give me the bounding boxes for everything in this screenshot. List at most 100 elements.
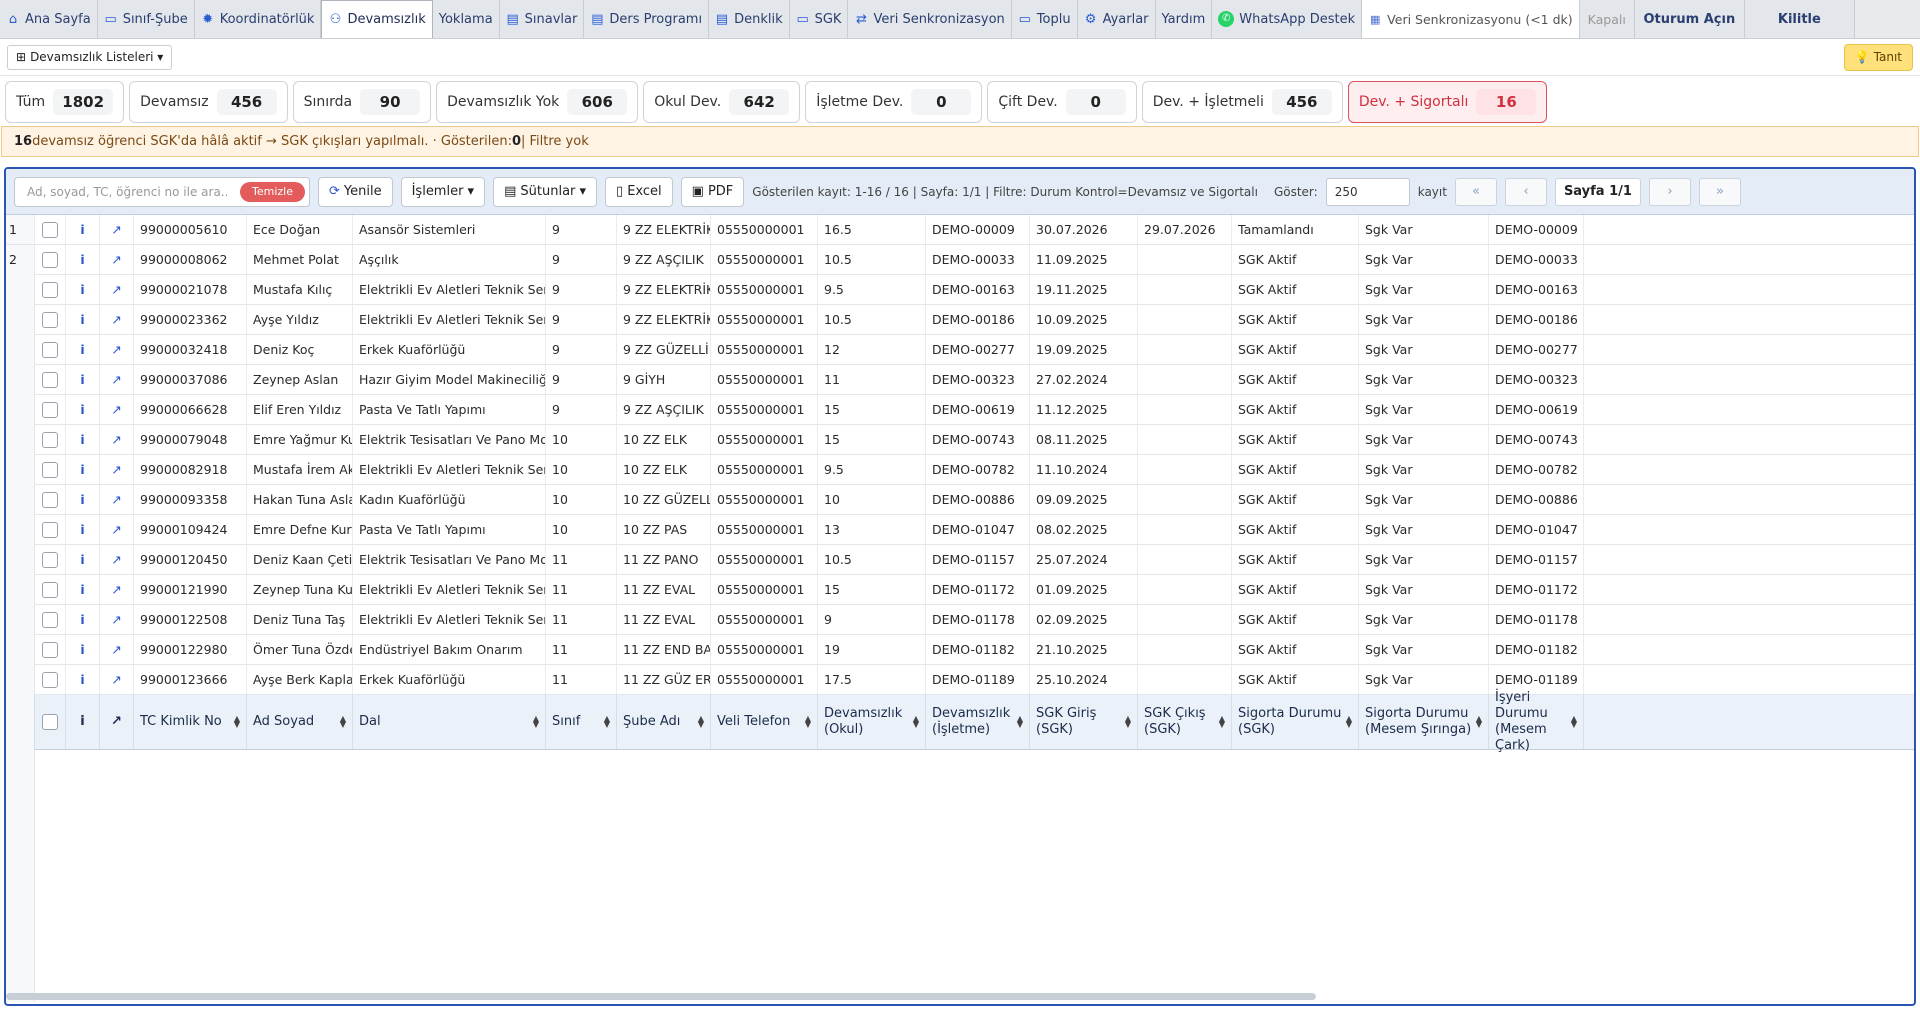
info-icon[interactable]: i	[66, 515, 100, 544]
table-row[interactable]: 13i↗99000121990Zeynep Tuna KurtElektrikl…	[6, 575, 1914, 605]
row-select[interactable]	[35, 275, 66, 304]
info-icon[interactable]: i	[66, 635, 100, 664]
sort-icon[interactable]: ▲ ▼	[340, 715, 346, 729]
tab-yardım[interactable]: Yardım	[1155, 0, 1213, 38]
row-select[interactable]	[35, 335, 66, 364]
refresh-button[interactable]: ⟳ Yenile	[318, 176, 393, 207]
stat-filter[interactable]: Çift Dev. 0	[987, 81, 1137, 123]
table-row[interactable]: 12i↗99000120450Deniz Kaan ÇetinElektrik …	[6, 545, 1914, 575]
open-link-icon[interactable]: ↗	[100, 395, 134, 424]
open-link-icon[interactable]: ↗	[100, 365, 134, 394]
row-checkbox[interactable]	[42, 341, 58, 358]
info-icon[interactable]: i	[66, 455, 100, 484]
info-icon[interactable]: i	[66, 245, 100, 274]
open-link-icon[interactable]: ↗	[100, 275, 134, 304]
row-checkbox[interactable]	[42, 311, 58, 328]
sort-icon[interactable]: ▲ ▼	[1219, 715, 1225, 729]
tab-whatsapp-destek[interactable]: ✆ WhatsApp Destek	[1212, 0, 1363, 38]
info-icon[interactable]: i	[66, 275, 100, 304]
sort-icon[interactable]: ▲ ▼	[1125, 715, 1131, 729]
pdf-button[interactable]: ▣ PDF	[680, 176, 745, 207]
row-checkbox[interactable]	[42, 371, 58, 388]
info-icon[interactable]: i	[66, 485, 100, 514]
tab-sınavlar[interactable]: ▤ Sınavlar	[499, 0, 585, 38]
columns-button[interactable]: ▤ Sütunlar ▾	[493, 176, 598, 207]
info-icon[interactable]: i	[66, 425, 100, 454]
table-row[interactable]: 2 i ↗ 99000008062 Mehmet Polat Aşçılık 9 9 ZZ A…	[6, 245, 1914, 275]
stat-filter[interactable]: Dev. + İşletmeli 456	[1141, 81, 1343, 123]
open-link-icon[interactable]: ↗	[100, 245, 134, 274]
search-input[interactable]	[27, 184, 227, 199]
table-row[interactable]: 1 i ↗ 99000005610 Ece Doğan Asansör Sistemler…	[6, 215, 1914, 245]
row-checkbox[interactable]	[42, 431, 58, 448]
prev-page-button[interactable]: ‹	[1504, 177, 1547, 206]
tab-toplu[interactable]: ▭ Toplu	[1011, 0, 1078, 38]
actions-button[interactable]: İşlemler ▾	[400, 176, 486, 207]
select-all-checkbox[interactable]	[42, 714, 58, 730]
column-header[interactable]: SGK Çıkış (SGK) ▲ ▼	[1138, 695, 1232, 749]
row-checkbox[interactable]	[42, 401, 58, 418]
info-icon[interactable]: i	[66, 605, 100, 634]
table-row[interactable]: 3i↗99000021078Mustafa KılıçElektrikli Ev…	[6, 275, 1914, 305]
sort-icon[interactable]: ▲ ▼	[533, 715, 539, 729]
tab-koordinatörlük[interactable]: ✹ Koordinatörlük	[194, 0, 322, 38]
clear-button[interactable]: Temizle	[240, 181, 305, 202]
table-row[interactable]: 9i↗99000082918Mustafa İrem AksoyElektrik…	[6, 455, 1914, 485]
row-select[interactable]	[35, 545, 66, 574]
sort-icon[interactable]: ▲ ▼	[1476, 715, 1482, 729]
sort-icon[interactable]: ▲ ▼	[1017, 715, 1023, 729]
stat-filter[interactable]: Tüm 1802	[5, 81, 125, 123]
sort-icon[interactable]: ▲ ▼	[698, 715, 704, 729]
open-link-icon[interactable]: ↗	[100, 575, 134, 604]
row-select[interactable]	[35, 605, 66, 634]
intro-button[interactable]: 💡 Tanıt	[1843, 43, 1913, 71]
tab-denklik[interactable]: ▤ Denklik	[709, 0, 790, 38]
first-page-button[interactable]: «	[1454, 177, 1497, 206]
row-select[interactable]	[35, 575, 66, 604]
row-checkbox[interactable]	[42, 581, 58, 598]
column-header[interactable]: Sigorta Durumu (Mesem Şırınga) ▲ ▼	[1359, 695, 1489, 749]
sync-status-tab[interactable]: ▦ Veri Senkronizasyonu (<1 dk)	[1362, 0, 1580, 38]
tab-sınıf-şube[interactable]: ▭ Sınıf-Şube	[97, 0, 195, 38]
row-select[interactable]	[35, 395, 66, 424]
header-select-all[interactable]	[35, 695, 66, 749]
table-row[interactable]: 7i↗99000066628Elif Eren YıldızPasta Ve T…	[6, 395, 1914, 425]
row-checkbox[interactable]	[42, 221, 58, 238]
row-checkbox[interactable]	[42, 251, 58, 268]
stat-filter[interactable]: Sınırda 90	[292, 81, 432, 123]
info-icon[interactable]: i	[66, 575, 100, 604]
table-row[interactable]: 8i↗99000079048Emre Yağmur KurtElektrik T…	[6, 425, 1914, 455]
row-select[interactable]	[35, 425, 66, 454]
table-row[interactable]: 14i↗99000122508Deniz Tuna TaşElektrikli …	[6, 605, 1914, 635]
row-select[interactable]	[35, 515, 66, 544]
open-link-icon[interactable]: ↗	[100, 605, 134, 634]
row-checkbox[interactable]	[42, 521, 58, 538]
info-icon[interactable]: i	[66, 665, 100, 694]
tab-yoklama[interactable]: Yoklama	[432, 0, 500, 38]
sort-icon[interactable]: ▲ ▼	[1346, 715, 1352, 729]
stat-filter[interactable]: Devamsızlık Yok 606	[436, 81, 639, 123]
tab-ana-sayfa[interactable]: ⌂ Ana Sayfa	[0, 0, 98, 38]
open-link-icon[interactable]: ↗	[100, 425, 134, 454]
column-header[interactable]: Ad Soyad ▲ ▼	[247, 695, 353, 749]
row-select[interactable]	[35, 215, 66, 244]
open-link-icon[interactable]: ↗	[100, 335, 134, 364]
column-header[interactable]: SGK Giriş (SGK) ▲ ▼	[1030, 695, 1138, 749]
row-select[interactable]	[35, 365, 66, 394]
row-select[interactable]	[35, 305, 66, 334]
column-header[interactable]: Veli Telefon ▲ ▼	[711, 695, 818, 749]
column-header[interactable]: TC Kimlik No ▲ ▼	[134, 695, 247, 749]
row-select[interactable]	[35, 635, 66, 664]
info-icon[interactable]: i	[66, 215, 100, 244]
table-row[interactable]: 5i↗99000032418Deniz KoçErkek Kuaförlüğü9…	[6, 335, 1914, 365]
table-row[interactable]: 6i↗99000037086Zeynep AslanHazır Giyim Mo…	[6, 365, 1914, 395]
row-checkbox[interactable]	[42, 281, 58, 298]
row-select[interactable]	[35, 485, 66, 514]
stat-filter[interactable]: Okul Dev. 642	[643, 81, 801, 123]
info-icon[interactable]: i	[66, 335, 100, 364]
table-row[interactable]: 10 i↗99000093358Hakan Tuna AslanKadın Kua…	[6, 485, 1914, 515]
horizontal-scrollbar[interactable]	[6, 993, 1316, 1000]
lock-tab[interactable]: Kilitle	[1744, 0, 1855, 38]
info-icon[interactable]: i	[66, 545, 100, 574]
column-header[interactable]: Devamsızlık (Okul) ▲ ▼	[818, 695, 926, 749]
